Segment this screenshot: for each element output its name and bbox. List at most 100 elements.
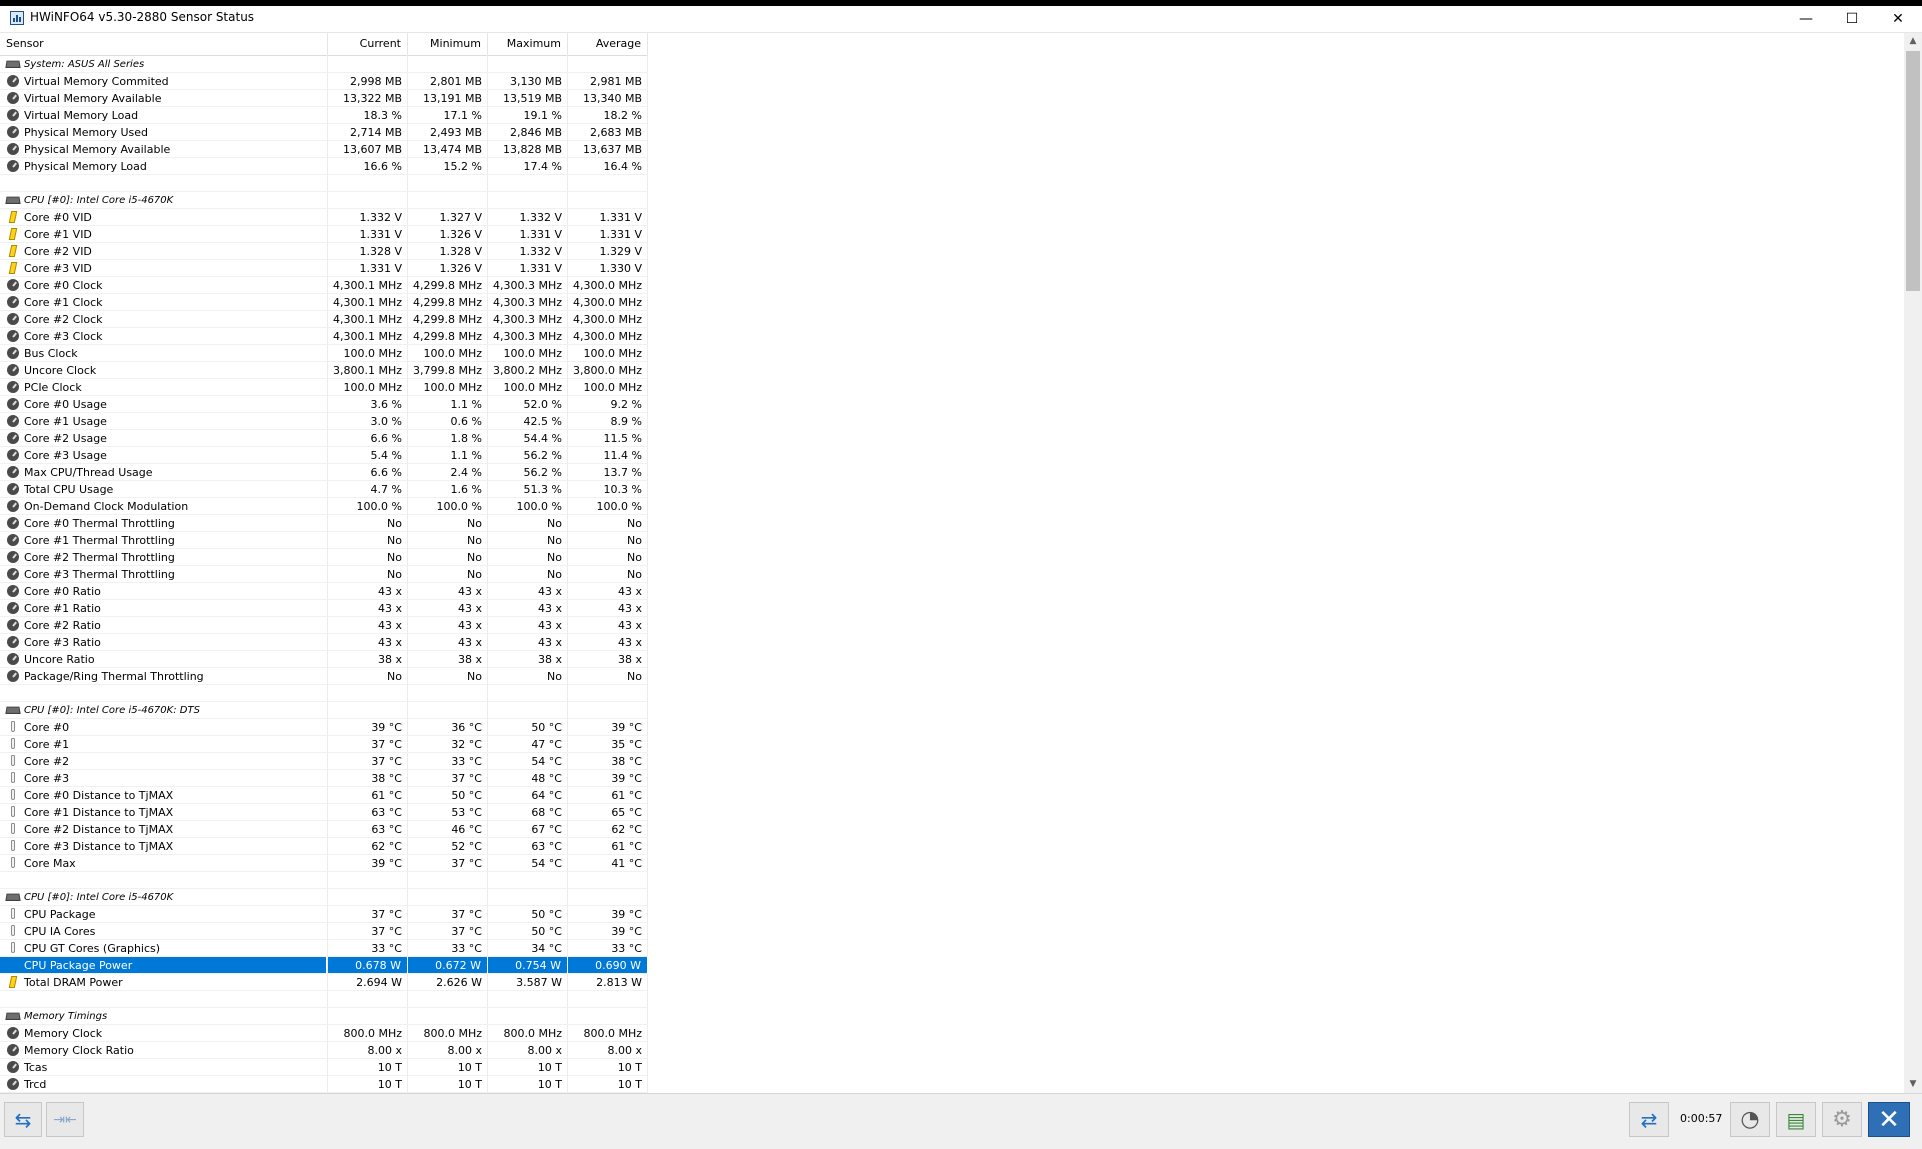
sensor-row[interactable]: Core #2 Usage 6.6 % 1.8 % 54.4 % 11.5 % [0,430,648,447]
current-value: 16.6 % [363,160,402,173]
settings-button[interactable]: ⚙ [1822,1102,1862,1137]
current-value: 1.328 V [359,245,402,258]
minimum-value: 1.6 % [450,483,482,496]
scroll-up-arrow[interactable]: ▲ [1904,33,1922,50]
maximize-button[interactable]: ☐ [1829,6,1875,32]
sensor-label: Physical Memory Used [24,126,149,139]
sensor-name: Uncore Ratio [0,651,327,667]
average-value: 35 °C [611,738,642,751]
sensor-group-header[interactable]: CPU [#0]: Intel Core i5-4670K [0,192,648,209]
sensor-row[interactable]: PCIe Clock 100.0 MHz 100.0 MHz 100.0 MHz 100… [0,379,648,396]
sensor-row[interactable]: Core #0 Usage 3.6 % 1.1 % 52.0 % 9.2 % [0,396,648,413]
spacer-row [0,175,648,192]
sensor-row[interactable]: Core #1 Ratio 43 x 43 x 43 x 43 x [0,600,648,617]
column-header-sensor[interactable]: Sensor [0,33,328,55]
elapsed-timer: 0:00:57 [1680,1112,1723,1125]
maximum-value: 42.5 % [523,415,562,428]
sensor-row[interactable]: Physical Memory Load 16.6 % 15.2 % 17.4 % 16… [0,158,648,175]
sensor-row[interactable]: Core #1 37 °C 32 °C 47 °C 35 °C [0,736,648,753]
logging-button[interactable]: ▤ [1776,1102,1816,1137]
sensor-row[interactable]: Memory Clock 800.0 MHz 800.0 MHz 800.0 MHz 8… [0,1025,648,1042]
sensor-row[interactable]: Core #3 VID 1.331 V 1.326 V 1.331 V 1.330 V [0,260,648,277]
maximum-value: 47 °C [531,738,562,751]
sensor-label: Package/Ring Thermal Throttling [24,670,204,683]
column-header-maximum[interactable]: Maximum [488,33,568,55]
column-header-average[interactable]: Average [568,33,648,55]
sensor-row[interactable]: Core #2 Clock 4,300.1 MHz 4,299.8 MHz 4,300… [0,311,648,328]
sensor-row[interactable]: Core #0 VID 1.332 V 1.327 V 1.332 V 1.331 V [0,209,648,226]
sensor-row[interactable]: Core #3 Thermal Throttling No No No No [0,566,648,583]
sensor-group-header[interactable]: Memory Timings [0,1008,648,1025]
sensor-row[interactable]: Core #0 Thermal Throttling No No No No [0,515,648,532]
column-header-current[interactable]: Current [328,33,408,55]
sensor-row[interactable]: Virtual Memory Commited 2,998 MB 2,801 MB 3… [0,73,648,90]
minimum-value: 800.0 MHz [423,1027,482,1040]
sensor-row[interactable]: Core #2 Ratio 43 x 43 x 43 x 43 x [0,617,648,634]
sensor-row[interactable]: Core #1 Clock 4,300.1 MHz 4,299.8 MHz 4,300… [0,294,648,311]
sensor-row[interactable]: Memory Clock Ratio 8.00 x 8.00 x 8.00 x 8.00… [0,1042,648,1059]
sensor-row[interactable]: Virtual Memory Available 13,322 MB 13,191 … [0,90,648,107]
sensor-row[interactable]: Core #2 Distance to TjMAX 63 °C 46 °C 67 °C… [0,821,648,838]
sensor-row[interactable]: CPU Package Power 0.678 W 0.672 W 0.754 W 0.… [0,957,648,974]
sensor-group-header[interactable]: CPU [#0]: Intel Core i5-4670K: DTS [0,702,648,719]
maximum-value: 51.3 % [523,483,562,496]
sensor-name: Total CPU Usage [0,481,327,497]
sensor-row[interactable]: Core #3 Ratio 43 x 43 x 43 x 43 x [0,634,648,651]
sensor-row[interactable]: Package/Ring Thermal Throttling No No No No [0,668,648,685]
sensor-row[interactable]: Core #2 VID 1.328 V 1.328 V 1.332 V 1.329 V [0,243,648,260]
sensor-row[interactable]: CPU IA Cores 37 °C 37 °C 50 °C 39 °C [0,923,648,940]
sensor-row[interactable]: Core #0 Clock 4,300.1 MHz 4,299.8 MHz 4,300… [0,277,648,294]
minimum-value: 10 T [457,1078,482,1091]
sensor-row[interactable]: Tcas 10 T 10 T 10 T 10 T [0,1059,648,1076]
vertical-scrollbar[interactable]: ▲ ▼ [1904,33,1922,1093]
spacer-row [0,685,648,702]
sensor-row[interactable]: Core #3 Usage 5.4 % 1.1 % 56.2 % 11.4 % [0,447,648,464]
sensor-row[interactable]: Physical Memory Available 13,607 MB 13,474… [0,141,648,158]
sensor-row[interactable]: Core #2 37 °C 33 °C 54 °C 38 °C [0,753,648,770]
collapse-view-button[interactable]: ⇥⇤ [46,1102,84,1137]
sensor-row[interactable]: Core #1 Distance to TjMAX 63 °C 53 °C 68 °C… [0,804,648,821]
sensor-row[interactable]: Core #1 Thermal Throttling No No No No [0,532,648,549]
sensor-row[interactable]: Core #0 39 °C 36 °C 50 °C 39 °C [0,719,648,736]
sensor-row[interactable]: Total DRAM Power 2.694 W 2.626 W 3.587 W 2.8… [0,974,648,991]
sensor-row[interactable]: Virtual Memory Load 18.3 % 17.1 % 19.1 % 18.… [0,107,648,124]
column-header-minimum[interactable]: Minimum [408,33,488,55]
sensor-row[interactable]: On-Demand Clock Modulation 100.0 % 100.0 %… [0,498,648,515]
sensor-row[interactable]: Max CPU/Thread Usage 6.6 % 2.4 % 56.2 % 13.7… [0,464,648,481]
sensor-group-header[interactable]: CPU [#0]: Intel Core i5-4670K [0,889,648,906]
sensor-row[interactable]: Core #1 VID 1.331 V 1.326 V 1.331 V 1.331 V [0,226,648,243]
current-value: 1.331 V [359,262,402,275]
sensor-row[interactable]: Bus Clock 100.0 MHz 100.0 MHz 100.0 MHz 100.… [0,345,648,362]
sensor-row[interactable]: CPU GT Cores (Graphics) 33 °C 33 °C 34 °C 33… [0,940,648,957]
sensor-row[interactable]: Uncore Clock 3,800.1 MHz 3,799.8 MHz 3,800.… [0,362,648,379]
current-value: 10 T [377,1061,402,1074]
sensor-row[interactable]: Core #1 Usage 3.0 % 0.6 % 42.5 % 8.9 % [0,413,648,430]
close-window-button[interactable]: ✕ [1875,6,1921,32]
scroll-down-arrow[interactable]: ▼ [1904,1076,1922,1093]
current-value: No [387,670,402,683]
minimum-value: 37 °C [451,925,482,938]
scroll-thumb[interactable] [1906,51,1920,291]
maximum-value: 2,846 MB [509,126,562,139]
sensor-row[interactable]: Uncore Ratio 38 x 38 x 38 x 38 x [0,651,648,668]
sensor-row[interactable]: Core #3 Distance to TjMAX 62 °C 52 °C 63 °C… [0,838,648,855]
sensor-row[interactable]: Total CPU Usage 4.7 % 1.6 % 51.3 % 10.3 % [0,481,648,498]
close-sensors-button[interactable]: ✕ [1868,1102,1910,1137]
sensor-group-header[interactable]: System: ASUS All Series [0,56,648,73]
current-value: 39 °C [371,721,402,734]
sensor-name: Core #3 Ratio [0,634,327,650]
network-button[interactable]: ⇄ [1629,1102,1669,1137]
sensor-row[interactable]: Core #3 38 °C 37 °C 48 °C 39 °C [0,770,648,787]
sensor-row[interactable]: CPU Package 37 °C 37 °C 50 °C 39 °C [0,906,648,923]
sensor-row[interactable]: Core #2 Thermal Throttling No No No No [0,549,648,566]
sensor-row[interactable]: Core #0 Ratio 43 x 43 x 43 x 43 x [0,583,648,600]
minimize-button[interactable]: — [1783,6,1829,32]
sensor-row[interactable]: Core #0 Distance to TjMAX 61 °C 50 °C 64 °C… [0,787,648,804]
reset-timer-button[interactable]: ◔ [1730,1102,1770,1137]
sensor-row[interactable]: Trcd 10 T 10 T 10 T 10 T [0,1076,648,1093]
sensor-row[interactable]: Core #3 Clock 4,300.1 MHz 4,299.8 MHz 4,300… [0,328,648,345]
sensor-label: Trcd [24,1078,47,1091]
sensor-row[interactable]: Core Max 39 °C 37 °C 54 °C 41 °C [0,855,648,872]
navigate-sensors-button[interactable]: ⇆ [4,1102,42,1137]
sensor-row[interactable]: Physical Memory Used 2,714 MB 2,493 MB 2,84… [0,124,648,141]
